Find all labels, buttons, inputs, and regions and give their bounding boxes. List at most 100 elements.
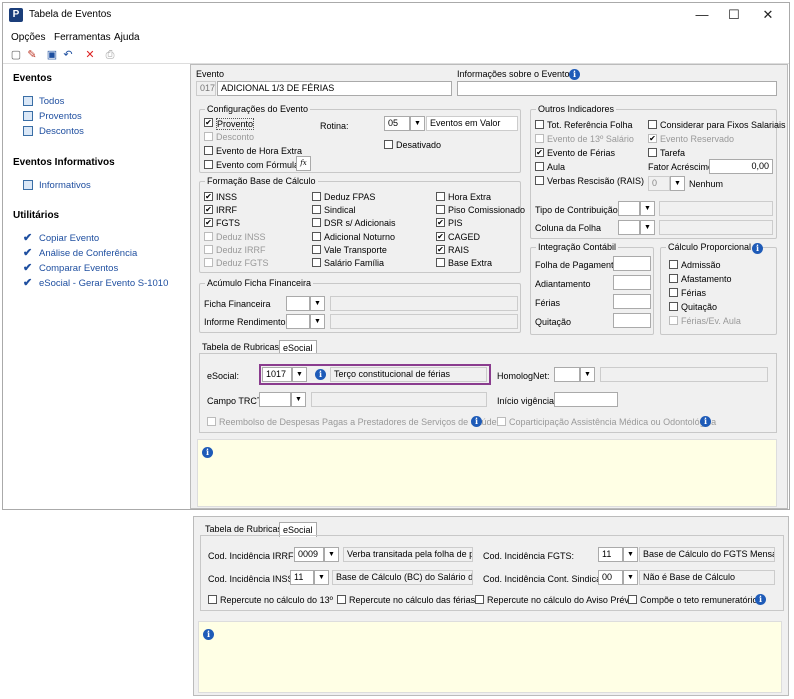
menu-opcoes[interactable]: Opções bbox=[11, 32, 45, 43]
formacao-col2-checkbox[interactable] bbox=[312, 258, 321, 267]
repaviso-checkbox[interactable] bbox=[475, 595, 484, 604]
formula-icon[interactable]: fx bbox=[296, 156, 311, 171]
fixos-checkbox[interactable] bbox=[648, 120, 657, 129]
menu-ferramentas[interactable]: Ferramentas bbox=[54, 32, 111, 43]
hora-extra-checkbox[interactable] bbox=[204, 146, 213, 155]
info-icon[interactable]: i bbox=[471, 416, 482, 427]
chevron-down-icon[interactable]: ▼ bbox=[623, 547, 638, 562]
prop-ferias-aula-checkbox[interactable] bbox=[669, 316, 678, 325]
prop-admissao-checkbox[interactable] bbox=[669, 260, 678, 269]
integ-folha-field[interactable] bbox=[613, 256, 651, 271]
chevron-down-icon[interactable]: ▼ bbox=[292, 367, 307, 382]
info-field[interactable] bbox=[457, 81, 777, 96]
rotina-code-field[interactable]: 05 bbox=[384, 116, 410, 131]
link-copiar-evento[interactable]: Copiar Evento bbox=[39, 233, 99, 244]
rep13-checkbox[interactable] bbox=[208, 595, 217, 604]
formacao-col1-checkbox[interactable] bbox=[204, 231, 213, 241]
trct-field[interactable] bbox=[259, 392, 291, 407]
edit-icon[interactable]: ✎ bbox=[25, 48, 39, 62]
info-icon[interactable]: i bbox=[752, 243, 763, 254]
chevron-down-icon[interactable]: ▼ bbox=[314, 570, 329, 585]
ficha-field[interactable] bbox=[286, 296, 310, 311]
repfer-checkbox[interactable] bbox=[337, 595, 346, 604]
chevron-down-icon[interactable]: ▼ bbox=[670, 176, 685, 191]
ferias-checkbox[interactable]: ✔ bbox=[535, 148, 544, 157]
info-icon[interactable]: i bbox=[569, 69, 580, 80]
menu-ajuda[interactable]: Ajuda bbox=[114, 32, 140, 43]
chevron-down-icon[interactable]: ▼ bbox=[291, 392, 306, 407]
formacao-col1-checkbox[interactable]: ✔ bbox=[204, 218, 213, 228]
formacao-col1-checkbox[interactable]: ✔ bbox=[204, 192, 213, 201]
formacao-col3-checkbox[interactable]: ✔ bbox=[436, 231, 445, 241]
prop-quit-checkbox[interactable] bbox=[669, 302, 678, 311]
delete-icon[interactable]: ✕ bbox=[83, 48, 97, 62]
formacao-col1-checkbox[interactable] bbox=[204, 258, 213, 267]
reembolso-checkbox[interactable] bbox=[207, 417, 216, 426]
info-icon[interactable]: i bbox=[315, 369, 326, 380]
fator-field[interactable]: 0,00 bbox=[709, 159, 773, 174]
reservado-checkbox[interactable]: ✔ bbox=[648, 134, 657, 143]
info-icon[interactable]: i bbox=[755, 594, 766, 605]
homolog-field[interactable] bbox=[554, 367, 580, 382]
sind-code-field[interactable]: 00 bbox=[598, 570, 623, 585]
chevron-down-icon[interactable]: ▼ bbox=[640, 201, 655, 216]
aula-checkbox[interactable] bbox=[535, 162, 544, 171]
maximize-button[interactable]: ☐ bbox=[719, 5, 749, 25]
tarefa-checkbox[interactable] bbox=[648, 148, 657, 157]
link-todos[interactable]: Todos bbox=[39, 96, 64, 107]
chevron-down-icon[interactable]: ▼ bbox=[640, 220, 655, 235]
formula-checkbox[interactable] bbox=[204, 160, 213, 169]
tipo-contrib-field[interactable] bbox=[618, 201, 640, 216]
desativado-checkbox[interactable] bbox=[384, 140, 393, 149]
link-comparar[interactable]: Comparar Eventos bbox=[39, 263, 118, 274]
link-analise[interactable]: Análise de Conferência bbox=[39, 248, 137, 259]
formacao-col2-checkbox[interactable] bbox=[312, 192, 321, 201]
link-esocial-gerar[interactable]: eSocial - Gerar Evento S-1010 bbox=[39, 278, 168, 289]
close-button[interactable]: ✕ bbox=[753, 5, 783, 25]
vigencia-field[interactable] bbox=[554, 392, 618, 407]
copart-checkbox[interactable] bbox=[497, 417, 506, 426]
evento-name-field[interactable]: ADICIONAL 1/3 DE FÉRIAS bbox=[217, 81, 452, 96]
formacao-col3-checkbox[interactable] bbox=[436, 205, 445, 215]
integ-ferias-field[interactable] bbox=[613, 294, 651, 309]
formacao-col2-checkbox[interactable] bbox=[312, 205, 321, 215]
formacao-col3-checkbox[interactable]: ✔ bbox=[436, 244, 445, 254]
chevron-down-icon[interactable]: ▼ bbox=[410, 116, 425, 131]
info-icon[interactable]: i bbox=[700, 416, 711, 427]
coluna-field[interactable] bbox=[618, 220, 640, 235]
link-descontos[interactable]: Descontos bbox=[39, 126, 84, 137]
print-icon[interactable]: ⎙ bbox=[103, 48, 117, 62]
formacao-col3-checkbox[interactable] bbox=[436, 192, 445, 201]
informe-field[interactable] bbox=[286, 314, 310, 329]
save-icon[interactable]: ▣ bbox=[45, 48, 59, 62]
chevron-down-icon[interactable]: ▼ bbox=[623, 570, 638, 585]
tab-rubricas[interactable]: Tabela de Rubricas bbox=[199, 340, 283, 354]
prop-afast-checkbox[interactable] bbox=[669, 274, 678, 283]
nenhum-code-field[interactable]: 0 bbox=[648, 176, 670, 191]
decimo-checkbox[interactable] bbox=[535, 134, 544, 143]
chevron-down-icon[interactable]: ▼ bbox=[580, 367, 595, 382]
tot-checkbox[interactable] bbox=[535, 120, 544, 129]
inss-code-field[interactable]: 11 bbox=[290, 570, 314, 585]
fgts-code-field[interactable]: 11 bbox=[598, 547, 623, 562]
chevron-down-icon[interactable]: ▼ bbox=[310, 296, 325, 311]
tab-rubricas-2[interactable]: Tabela de Rubricas bbox=[202, 522, 286, 536]
undo-icon[interactable]: ↶ bbox=[61, 48, 75, 62]
formacao-col1-checkbox[interactable] bbox=[204, 244, 213, 254]
formacao-col2-checkbox[interactable] bbox=[312, 218, 321, 228]
formacao-col1-checkbox[interactable]: ✔ bbox=[204, 205, 213, 215]
new-icon[interactable]: ▢ bbox=[9, 48, 23, 62]
formacao-col3-checkbox[interactable] bbox=[436, 258, 445, 267]
verbas-checkbox[interactable] bbox=[535, 176, 544, 185]
formacao-col3-checkbox[interactable]: ✔ bbox=[436, 218, 445, 228]
link-proventos[interactable]: Proventos bbox=[39, 111, 82, 122]
formacao-col2-checkbox[interactable] bbox=[312, 244, 321, 254]
teto-checkbox[interactable] bbox=[628, 595, 637, 604]
esocial-code-field[interactable]: 1017 bbox=[262, 367, 292, 382]
link-informativos[interactable]: Informativos bbox=[39, 180, 91, 191]
chevron-down-icon[interactable]: ▼ bbox=[310, 314, 325, 329]
integ-quit-field[interactable] bbox=[613, 313, 651, 328]
integ-adiant-field[interactable] bbox=[613, 275, 651, 290]
irrf-code-field[interactable]: 0009 bbox=[294, 547, 324, 562]
evento-code-field[interactable]: 017 bbox=[196, 81, 216, 96]
